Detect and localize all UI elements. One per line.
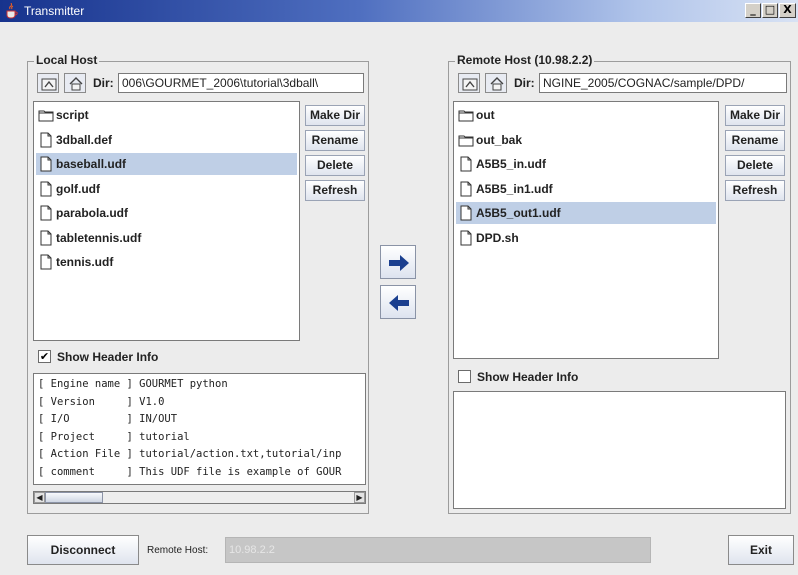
folder-icon: [38, 110, 54, 122]
remote-show-header-checkbox[interactable]: [458, 370, 471, 383]
arrow-left-icon: [389, 295, 409, 311]
local-dir-label: Dir:: [93, 76, 114, 90]
window-title: Transmitter: [24, 4, 85, 18]
header-info-line: [ comment ] This UDF file is example of …: [38, 465, 342, 478]
header-info-line: [ Engine name ] GOURMET python: [38, 378, 228, 390]
local-rename-button[interactable]: Rename: [305, 130, 365, 151]
header-info-line: [ I/O ] IN/OUT: [38, 413, 178, 425]
file-icon: [40, 156, 52, 172]
remote-host-label: Remote Host:: [147, 545, 209, 556]
file-name: A5B5_in1.udf: [476, 181, 553, 196]
file-item[interactable]: DPD.sh: [456, 227, 716, 249]
remote-make-dir-button[interactable]: Make Dir: [725, 105, 785, 126]
minimize-button[interactable]: _: [745, 3, 761, 18]
file-icon: [460, 181, 472, 196]
file-item[interactable]: parabola.udf: [36, 202, 297, 224]
remote-home-button[interactable]: [485, 73, 507, 93]
file-icon: [40, 230, 52, 245]
local-file-list[interactable]: script 3dball.def baseball.udf golf.udf para…: [33, 101, 300, 341]
local-refresh-button[interactable]: Refresh: [305, 180, 365, 201]
folder-item[interactable]: out: [456, 104, 716, 126]
file-name: tennis.udf: [56, 255, 114, 269]
file-name: out: [476, 108, 495, 122]
scroll-left-icon[interactable]: ◀: [34, 492, 45, 503]
local-header-info-area[interactable]: [ Engine name ] GOURMET python [ Version …: [33, 373, 366, 485]
java-cup-icon: [6, 3, 18, 19]
file-item[interactable]: tabletennis.udf: [36, 227, 297, 249]
local-delete-button[interactable]: Delete: [305, 155, 365, 176]
local-dir-field[interactable]: 006\GOURMET_2006\tutorial\3dball\: [118, 73, 364, 93]
remote-dir-label: Dir:: [514, 76, 535, 90]
folder-up-icon: [462, 78, 478, 91]
remote-dir-field[interactable]: NGINE_2005/COGNAC/sample/DPD/: [539, 73, 787, 93]
remote-rename-button[interactable]: Rename: [725, 130, 785, 151]
remote-host-field[interactable]: 10.98.2.2: [225, 537, 651, 563]
local-host-title: Local Host: [34, 53, 100, 67]
file-name: 3dball.def: [56, 132, 113, 147]
file-name: script: [56, 108, 89, 122]
home-icon: [490, 77, 504, 91]
file-name: tabletennis.udf: [56, 230, 142, 245]
download-button[interactable]: [380, 285, 416, 319]
file-icon: [40, 132, 52, 147]
local-show-header-label: Show Header Info: [57, 350, 159, 364]
local-up-dir-button[interactable]: [37, 73, 59, 93]
file-name: baseball.udf: [56, 157, 127, 171]
file-name: out_bak: [476, 132, 523, 147]
upload-button[interactable]: [380, 245, 416, 279]
folder-icon: [458, 135, 474, 146]
local-horizontal-scrollbar[interactable]: ◀ ▶: [33, 491, 366, 504]
home-icon: [69, 77, 83, 91]
remote-host-title: Remote Host (10.98.2.2): [455, 53, 595, 67]
file-item[interactable]: A5B5_in.udf: [456, 153, 716, 175]
file-icon: [460, 156, 472, 172]
disconnect-button[interactable]: Disconnect: [27, 535, 139, 565]
local-home-button[interactable]: [64, 73, 86, 93]
header-info-line: [ Version ] V1.0: [38, 395, 165, 408]
remote-show-header-label: Show Header Info: [477, 370, 579, 384]
file-icon: [460, 205, 472, 221]
exit-button[interactable]: Exit: [728, 535, 794, 565]
local-make-dir-button[interactable]: Make Dir: [305, 105, 365, 126]
scroll-thumb[interactable]: [45, 492, 103, 503]
close-button[interactable]: X: [779, 3, 796, 18]
remote-file-list[interactable]: out out_bak A5B5_in.udf A5B5_in1.udf A5B5_ou…: [453, 101, 719, 359]
file-item[interactable]: 3dball.def: [36, 129, 297, 151]
file-name: parabola.udf: [56, 206, 129, 220]
file-name: A5B5_out1.udf: [476, 206, 561, 220]
header-info-line: [ Action File ] tutorial/action.txt,tuto…: [38, 448, 342, 460]
folder-item[interactable]: script: [36, 104, 297, 126]
remote-up-dir-button[interactable]: [458, 73, 480, 93]
file-item[interactable]: golf.udf: [36, 178, 297, 200]
folder-up-icon: [41, 78, 57, 91]
maximize-button[interactable]: □: [762, 3, 778, 18]
file-icon: [40, 205, 52, 221]
header-info-line: [ Project ] tutorial: [38, 430, 190, 443]
file-name: DPD.sh: [476, 230, 519, 245]
scroll-right-icon[interactable]: ▶: [354, 492, 365, 503]
folder-item[interactable]: out_bak: [456, 129, 716, 151]
local-show-header-checkbox[interactable]: ✔: [38, 350, 51, 363]
file-icon: [460, 230, 472, 245]
file-item[interactable]: baseball.udf: [36, 153, 297, 175]
arrow-right-icon: [389, 255, 409, 271]
file-name: golf.udf: [56, 181, 100, 196]
folder-icon: [458, 110, 474, 122]
file-name: A5B5_in.udf: [476, 157, 547, 171]
file-item[interactable]: A5B5_out1.udf: [456, 202, 716, 224]
remote-refresh-button[interactable]: Refresh: [725, 180, 785, 201]
file-icon: [40, 254, 52, 270]
file-icon: [40, 181, 52, 196]
file-item[interactable]: A5B5_in1.udf: [456, 178, 716, 200]
remote-header-info-area[interactable]: [453, 391, 786, 509]
file-item[interactable]: tennis.udf: [36, 251, 297, 273]
title-bar[interactable]: Transmitter _ □ X: [0, 0, 798, 22]
remote-delete-button[interactable]: Delete: [725, 155, 785, 176]
